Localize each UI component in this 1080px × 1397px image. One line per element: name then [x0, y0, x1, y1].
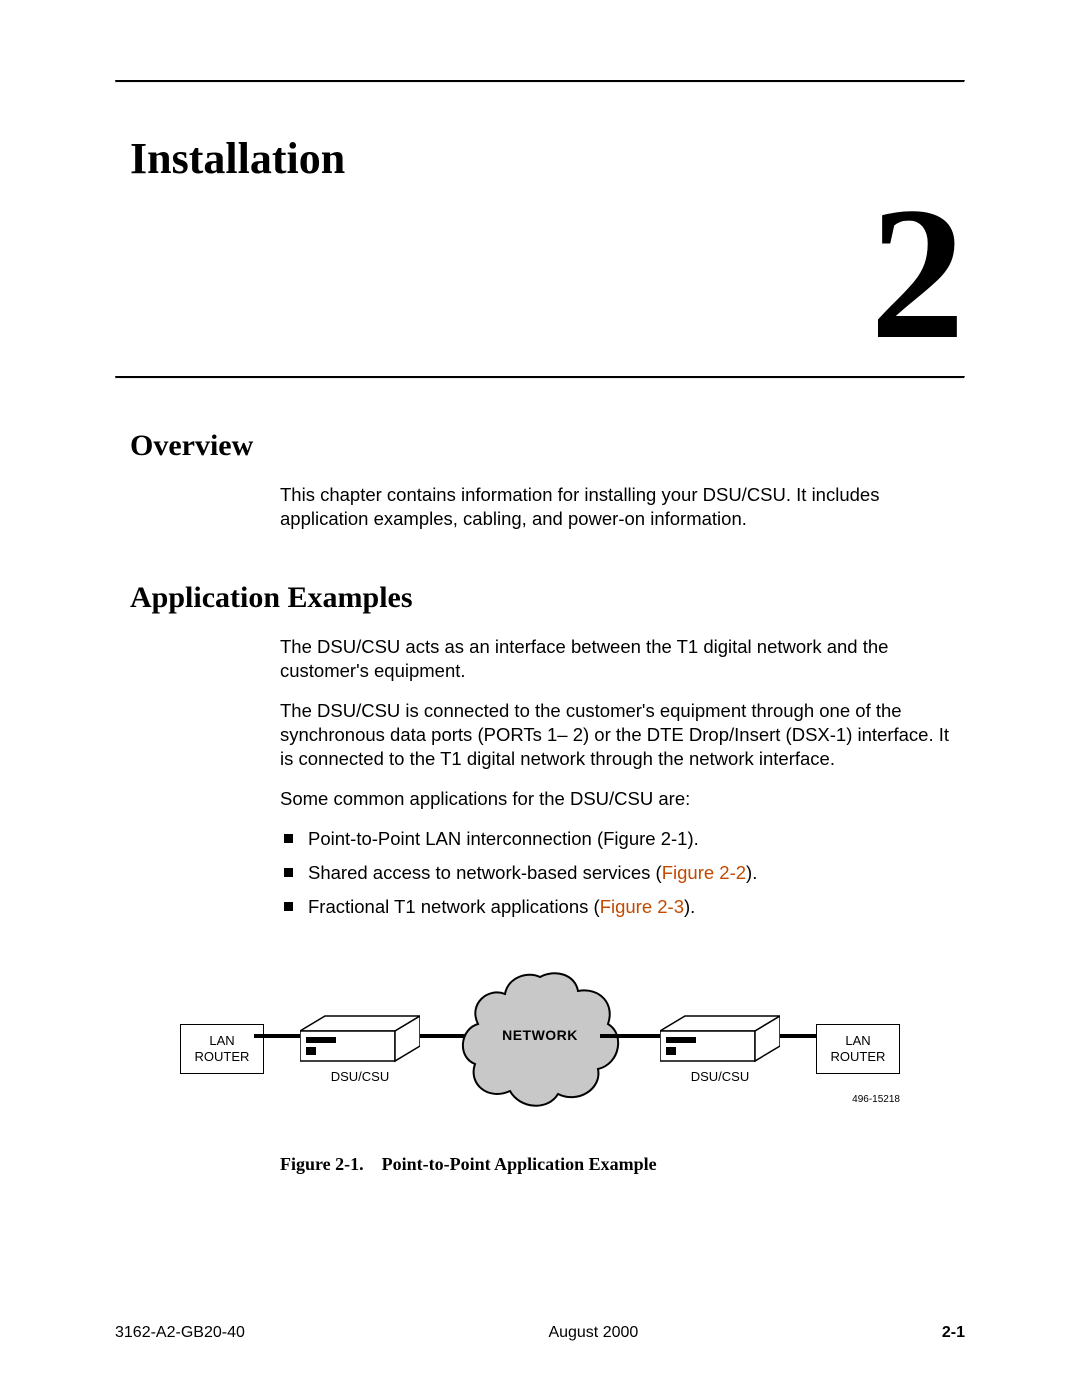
dsu-csu-right-label: DSU/CSU: [660, 1069, 780, 1084]
appex-p3: Some common applications for the DSU/CSU…: [280, 787, 965, 811]
figure-drawing-id: 496-15218: [852, 1094, 900, 1105]
bullet-1: Point-to-Point LAN interconnection (Figu…: [280, 827, 965, 851]
mid-rule: [115, 376, 965, 379]
appex-bullets: Point-to-Point LAN interconnection (Figu…: [280, 827, 965, 919]
dsu-csu-left-label: DSU/CSU: [300, 1069, 420, 1084]
xref-fig-2-2[interactable]: Figure 2-2: [662, 862, 746, 883]
footer-page-number: 2-1: [942, 1324, 965, 1342]
network-label: NETWORK: [460, 1027, 620, 1043]
overview-p1: This chapter contains information for in…: [280, 483, 965, 531]
footer-doc-id: 3162-A2-GB20-40: [115, 1324, 245, 1342]
link-line: [600, 1034, 660, 1038]
xref-fig-2-3[interactable]: Figure 2-3: [600, 896, 684, 917]
lan-router-left: LAN ROUTER: [180, 1024, 264, 1074]
footer-date: August 2000: [548, 1324, 638, 1342]
overview-body: This chapter contains information for in…: [280, 483, 965, 531]
section-appex-title: Application Examples: [130, 581, 965, 615]
bullet-3: Fractional T1 network applications (Figu…: [280, 895, 965, 919]
chapter-number: 2: [130, 194, 965, 376]
section-overview-title: Overview: [130, 429, 965, 463]
dsu-csu-left-icon: [300, 1011, 420, 1066]
chapter-header: Installation 2: [115, 83, 965, 376]
chapter-title: Installation: [130, 133, 965, 184]
page-footer: 3162-A2-GB20-40 August 2000 2-1: [115, 1324, 965, 1342]
appex-p2: The DSU/CSU is connected to the customer…: [280, 699, 965, 771]
figure-diagram: LAN ROUTER DSU/CSU NETWOR: [180, 969, 900, 1129]
appex-body: The DSU/CSU acts as an interface between…: [280, 635, 965, 919]
lan-router-right: LAN ROUTER: [816, 1024, 900, 1074]
appex-p1: The DSU/CSU acts as an interface between…: [280, 635, 965, 683]
link-line: [254, 1034, 300, 1038]
bullet-2: Shared access to network-based services …: [280, 861, 965, 885]
figure-caption: Figure 2-1.Point-to-Point Application Ex…: [280, 1154, 965, 1175]
figure-2-1: LAN ROUTER DSU/CSU NETWOR: [115, 969, 965, 1175]
dsu-csu-right-icon: [660, 1011, 780, 1066]
